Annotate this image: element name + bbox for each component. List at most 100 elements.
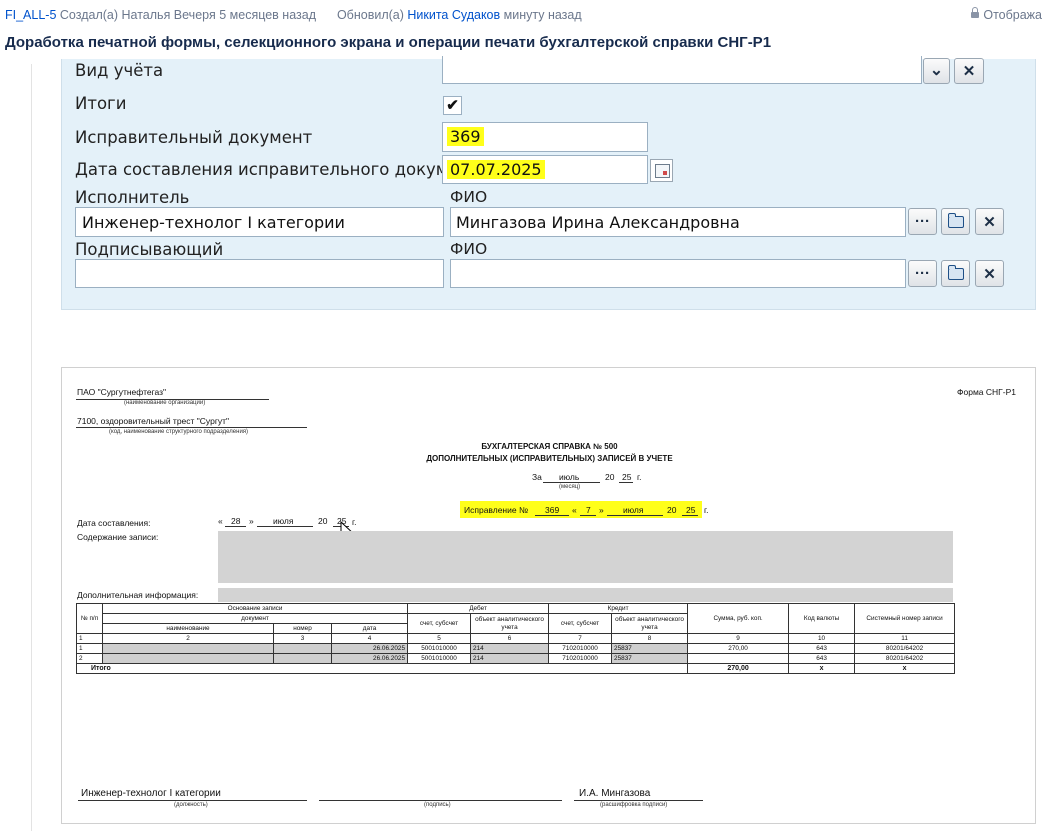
- records-table: № п/п Основание записи Дебет Кредит Сумм…: [75, 603, 956, 674]
- header-sysno: Системный номер записи: [854, 603, 956, 634]
- month-caption: (месяц): [559, 484, 581, 490]
- executor-position-input[interactable]: Инженер-технолог I категории: [75, 207, 444, 237]
- correction-month: июля: [623, 505, 644, 515]
- correction-number: 369: [545, 505, 560, 515]
- content-divider: [31, 64, 32, 831]
- header-debit-object: объект аналитического учета: [470, 613, 550, 634]
- header-date: дата: [330, 623, 409, 634]
- signer-name: И.А. Мингазова: [579, 788, 651, 799]
- updated-ago: минуту назад: [503, 8, 582, 22]
- table-row: 2 26.06.2025 5001010000 214 7102010000 2…: [76, 653, 956, 664]
- itogi-checkbox[interactable]: ✔: [443, 96, 462, 115]
- lock-icon: [971, 7, 980, 18]
- print-form-preview: ПАО "Сургутнефтегаз" (наименование орган…: [61, 367, 1036, 824]
- header-credit-account: счет, субсчет: [548, 613, 613, 634]
- signer-fio-input[interactable]: [450, 259, 906, 288]
- date-month: июля: [273, 516, 294, 526]
- content-label: Содержание записи:: [77, 532, 159, 542]
- updater-link[interactable]: Никита Судаков: [407, 8, 500, 22]
- executor-fio-input[interactable]: Мингазова Ирина Александровна: [450, 207, 906, 237]
- itogi-label: Итоги: [75, 94, 127, 113]
- executor-clear-button[interactable]: ✕: [975, 208, 1004, 235]
- correction-label: Исправление №: [464, 505, 529, 515]
- period-month: июль: [559, 472, 580, 482]
- date-twenty: 20: [318, 516, 328, 526]
- extra-info-label: Дополнительная информация:: [77, 590, 199, 600]
- folder-icon: [947, 264, 964, 280]
- restrictions-button[interactable]: Отобража: [971, 7, 1042, 22]
- executor-label: Исполнитель: [75, 188, 190, 207]
- header-sum: Сумма, руб. коп.: [687, 603, 790, 634]
- correction-quote-open: «: [572, 505, 577, 515]
- header-document: документ: [101, 613, 409, 624]
- page-metadata: FI_ALL-5 Создал(а) Наталья Вечеря 5 меся…: [5, 8, 582, 22]
- vid-ucheta-clear-button[interactable]: ✕: [954, 58, 984, 84]
- header-name: наименование: [102, 623, 274, 634]
- period-g: г.: [637, 472, 642, 482]
- total-row: Итого 270,00 x x: [75, 663, 956, 674]
- signer-folder-button[interactable]: [941, 260, 970, 287]
- org-name: ПАО "Сургутнефтегаз": [77, 387, 167, 397]
- unit-caption: (код, наименование структурного подразде…: [109, 429, 249, 435]
- period-twenty: 20: [605, 472, 615, 482]
- correction-date-value: 07.07.2025: [447, 160, 545, 179]
- signer-label: Подписывающий: [75, 240, 224, 259]
- signer-select-button[interactable]: ···: [908, 260, 937, 287]
- header-currency: Код валюты: [788, 603, 856, 634]
- signer-position-input[interactable]: [75, 259, 444, 288]
- signer-name-caption: (расшифровка подписи): [600, 802, 668, 808]
- executor-folder-button[interactable]: [941, 208, 970, 235]
- correction-quote-close: »: [599, 505, 604, 515]
- signer-fio-label: ФИО: [450, 240, 488, 258]
- signer-position: Инженер-технолог I категории: [81, 788, 221, 799]
- correction-date-input[interactable]: 07.07.2025: [442, 155, 648, 184]
- created-prefix: Создал(а): [59, 8, 119, 22]
- header-credit-object: объект аналитического учета: [611, 613, 689, 634]
- content-field: [218, 531, 953, 583]
- creator-name[interactable]: Наталья Вечеря: [122, 8, 216, 22]
- created-ago: 5 месяцев назад: [219, 8, 316, 22]
- restrictions-label: Отобража: [983, 8, 1042, 22]
- chevron-down-icon: ⌄: [929, 62, 944, 79]
- extra-info-field: [218, 588, 953, 602]
- document-title: БУХГАЛТЕРСКАЯ СПРАВКА № 500: [481, 442, 618, 451]
- signer-clear-button[interactable]: ✕: [975, 260, 1004, 287]
- close-icon: ✕: [962, 63, 976, 80]
- executor-select-button[interactable]: ···: [908, 208, 937, 235]
- correction-g: г.: [704, 505, 709, 515]
- header-debit-account: счет, субсчет: [407, 613, 472, 634]
- column-numbers-row: 1234 5678 9 10 11: [76, 633, 956, 644]
- correction-date-label: Дата составления исправительного докумен…: [75, 160, 489, 179]
- executor-fio-label: ФИО: [450, 188, 488, 206]
- issue-key-link[interactable]: FI_ALL-5: [5, 8, 56, 22]
- document-subtitle: ДОПОЛНИТЕЛЬНЫХ (ИСПРАВИТЕЛЬНЫХ) ЗАПИСЕЙ …: [426, 454, 673, 463]
- org-caption: (наименование организации): [124, 400, 206, 406]
- calendar-icon[interactable]: [650, 159, 673, 182]
- more-icon: ···: [915, 265, 930, 282]
- updated-prefix: Обновил(а): [336, 8, 404, 22]
- header-debit: Дебет: [407, 603, 550, 614]
- period-za: За: [532, 472, 542, 482]
- correction-day: 7: [586, 505, 591, 515]
- position-caption: (должность): [174, 802, 208, 808]
- header-basis: Основание записи: [101, 603, 409, 614]
- period-year: 25: [622, 472, 632, 482]
- correction-doc-input[interactable]: 369: [442, 122, 648, 152]
- date-quote-close: »: [249, 516, 254, 526]
- close-icon: ✕: [983, 265, 996, 283]
- selection-form-panel: Вид учёта ⌄ ✕ Итоги ✔ Исправительный док…: [61, 56, 1036, 310]
- folder-icon: [947, 212, 964, 228]
- correction-doc-value: 369: [447, 127, 484, 146]
- date-quote-open: «: [218, 516, 223, 526]
- vid-ucheta-dropdown-button[interactable]: ⌄: [923, 58, 950, 84]
- header-no: № п/п: [76, 603, 103, 634]
- signature-caption: (подпись): [424, 802, 451, 808]
- header-credit: Кредит: [548, 603, 689, 614]
- correction-year: 25: [686, 505, 696, 515]
- more-icon: ···: [915, 213, 930, 230]
- date-label: Дата составления:: [77, 518, 151, 528]
- unit-name: 7100, оздоровительный трест "Сургут": [77, 416, 230, 426]
- vid-ucheta-input[interactable]: [442, 56, 922, 84]
- correction-doc-label: Исправительный документ: [75, 128, 313, 147]
- table-row: 1 26.06.2025 5001010000 214 7102010000 2…: [76, 643, 956, 654]
